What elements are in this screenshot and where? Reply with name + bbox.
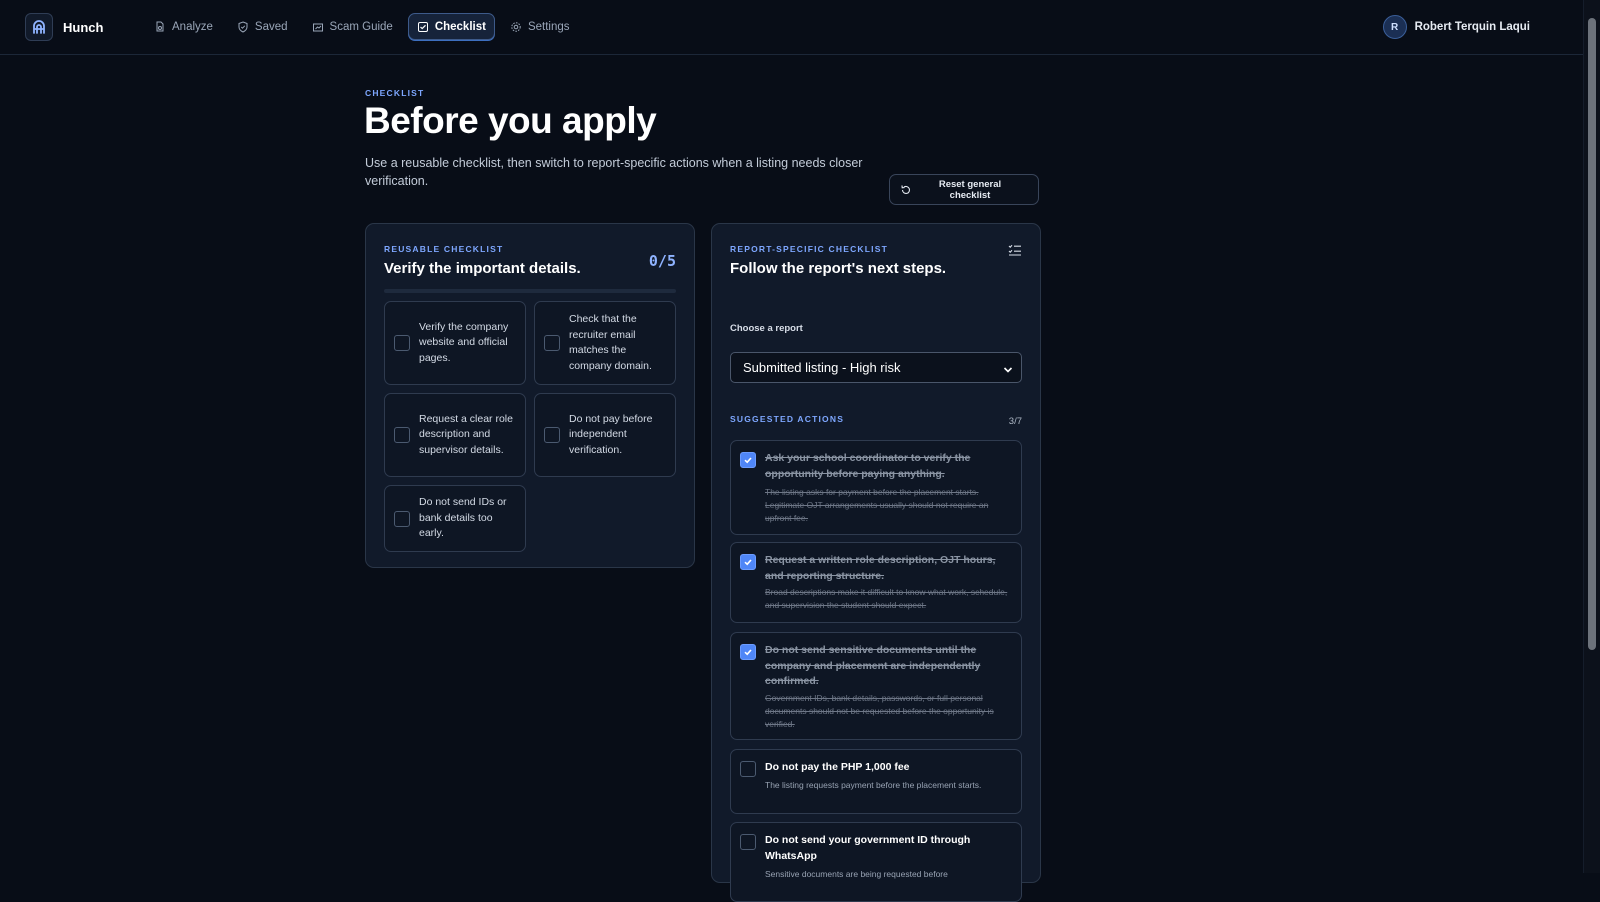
- checkbox[interactable]: [740, 761, 756, 777]
- nav-scam-guide[interactable]: Scam Guide: [303, 13, 402, 40]
- report-title: Follow the report's next steps.: [730, 260, 947, 277]
- reusable-title: Verify the important details.: [384, 260, 581, 277]
- nav-checklist[interactable]: Checklist: [407, 13, 495, 40]
- suggested-action-item[interactable]: Do not pay the PHP 1,000 fee The listing…: [730, 749, 1022, 814]
- checklist-item-label: Do not pay before independent verificati…: [569, 412, 653, 456]
- checklist-item-label: Request a clear role description and sup…: [419, 412, 513, 456]
- report-eyebrow: REPORT-SPECIFIC CHECKLIST: [730, 244, 888, 254]
- action-title: Request a written role description, OJT …: [765, 554, 996, 582]
- page-scrollbar[interactable]: [1583, 0, 1600, 873]
- suggested-action-item[interactable]: Do not send your government ID through W…: [730, 822, 1022, 902]
- report-specific-checklist-card: REPORT-SPECIFIC CHECKLIST Follow the rep…: [711, 223, 1041, 902]
- suggested-actions-eyebrow: SUGGESTED ACTIONS: [730, 414, 845, 424]
- nav-settings[interactable]: Settings: [501, 13, 579, 40]
- nav-saved[interactable]: Saved: [228, 13, 297, 40]
- checkbox[interactable]: [740, 834, 756, 850]
- scrollbar-thumb[interactable]: [1588, 18, 1596, 650]
- page-description: Use a reusable checklist, then switch to…: [365, 156, 863, 188]
- gear-icon: [511, 21, 521, 32]
- checkbox[interactable]: [394, 510, 410, 527]
- reusable-eyebrow: REUSABLE CHECKLIST: [384, 244, 504, 254]
- checkbox-checked[interactable]: [740, 554, 756, 570]
- checklist-item[interactable]: Do not send IDs or bank details too earl…: [384, 485, 526, 552]
- checkbox[interactable]: [544, 335, 560, 351]
- nav-analyze-label: Analyze: [172, 20, 213, 33]
- checklist-icon: [417, 21, 428, 32]
- nav-settings-label: Settings: [527, 20, 570, 33]
- choose-report-label: Choose a report: [730, 323, 803, 334]
- checkbox-checked[interactable]: [740, 644, 756, 660]
- brand[interactable]: Hunch: [25, 13, 103, 41]
- suggested-action-item[interactable]: Ask your school coordinator to verify th…: [730, 440, 1022, 535]
- avatar: R: [1382, 15, 1407, 39]
- reset-button-label: Reset general checklist: [938, 178, 1002, 201]
- list-check-icon: [1008, 243, 1022, 261]
- hunch-logo-icon: [25, 13, 53, 41]
- user-name: Robert Terquin Laqui: [1414, 21, 1530, 33]
- reset-icon: [901, 184, 911, 194]
- checklist-item[interactable]: Do not pay before independent verificati…: [534, 393, 676, 477]
- action-description: Sensitive documents are being requested …: [765, 869, 948, 879]
- action-description: Broad descriptions make it difficult to …: [765, 587, 1008, 610]
- guide-icon: [312, 23, 323, 31]
- shield-icon: [238, 20, 248, 33]
- checklist-item-label: Do not send IDs or bank details too earl…: [419, 496, 507, 540]
- checklist-item-label: Check that the recruiter email matches t…: [569, 313, 652, 372]
- report-select-value: Submitted listing - High risk: [743, 360, 901, 375]
- checklist-item[interactable]: Request a clear role description and sup…: [384, 393, 526, 477]
- file-search-icon: [156, 21, 164, 31]
- checklist-item[interactable]: Check that the recruiter email matches t…: [534, 301, 676, 385]
- action-title: Ask your school coordinator to verify th…: [765, 452, 971, 480]
- main-nav: Analyze Saved Scam Guide Checklist Setti…: [145, 13, 579, 40]
- checkbox[interactable]: [394, 427, 410, 443]
- reusable-progress-bar: [384, 289, 676, 293]
- action-description: The listing asks for payment before the …: [765, 487, 989, 523]
- checklist-item-label: Verify the company website and official …: [419, 320, 509, 364]
- nav-saved-label: Saved: [254, 20, 288, 33]
- action-title: Do not pay the PHP 1,000 fee: [765, 761, 910, 773]
- checkbox-checked[interactable]: [740, 452, 756, 468]
- reset-general-checklist-button[interactable]: Reset general checklist: [889, 174, 1039, 205]
- suggested-action-item[interactable]: Request a written role description, OJT …: [730, 542, 1022, 623]
- checkbox[interactable]: [394, 335, 410, 351]
- check-icon: [744, 559, 752, 566]
- action-title: Do not send sensitive documents until th…: [765, 644, 981, 687]
- suggested-action-item[interactable]: Do not send sensitive documents until th…: [730, 632, 1022, 740]
- checklist-item[interactable]: Verify the company website and official …: [384, 301, 526, 385]
- chevron-down-icon: [1003, 363, 1013, 378]
- reusable-progress-count: 0/5: [648, 252, 676, 270]
- nav-analyze[interactable]: Analyze: [145, 13, 222, 40]
- page-eyebrow: CHECKLIST: [365, 88, 425, 98]
- nav-checklist-label: Checklist: [434, 20, 486, 33]
- action-description: Government IDs, bank details, passwords,…: [765, 693, 994, 729]
- nav-scam-guide-label: Scam Guide: [329, 20, 393, 33]
- action-title: Do not send your government ID through W…: [765, 834, 971, 862]
- app-name: Hunch: [63, 19, 104, 35]
- report-select[interactable]: Submitted listing - High risk: [730, 352, 1022, 383]
- checkbox[interactable]: [544, 427, 560, 443]
- check-icon: [744, 457, 752, 464]
- page-title: Before you apply: [364, 100, 657, 141]
- user-menu[interactable]: R Robert Terquin Laqui: [1382, 15, 1530, 39]
- action-description: The listing requests payment before the …: [765, 780, 982, 790]
- reusable-checklist-card: REUSABLE CHECKLIST Verify the important …: [365, 223, 695, 568]
- check-icon: [744, 649, 752, 656]
- suggested-actions-count: 3/7: [1008, 416, 1022, 427]
- top-navigation-bar: Hunch Analyze Saved Scam Guide Checklist…: [0, 0, 1584, 55]
